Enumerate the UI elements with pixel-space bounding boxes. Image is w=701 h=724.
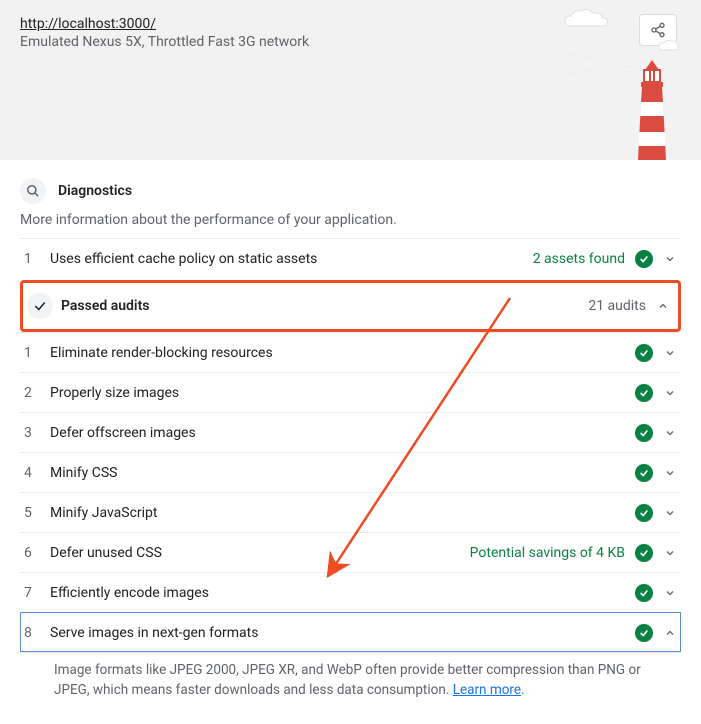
lighthouse-icon bbox=[627, 60, 677, 160]
pass-check-icon bbox=[635, 424, 653, 442]
chevron-down-icon[interactable] bbox=[663, 346, 677, 360]
audit-description-text: Image formats like JPEG 2000, JPEG XR, a… bbox=[54, 662, 641, 698]
audit-number: 5 bbox=[20, 505, 50, 521]
audit-result: Potential savings of 4 KB bbox=[470, 545, 625, 561]
check-icon bbox=[27, 293, 53, 319]
lighthouse-light bbox=[547, 48, 637, 112]
diagnostics-title: Diagnostics bbox=[58, 183, 132, 199]
pass-check-icon bbox=[635, 344, 653, 362]
audit-expanded-description: Image formats like JPEG 2000, JPEG XR, a… bbox=[20, 652, 681, 714]
audit-number: 4 bbox=[20, 465, 50, 481]
pass-check-icon bbox=[635, 464, 653, 482]
audit-number: 8 bbox=[20, 625, 50, 641]
passed-audit-row[interactable]: 6 Defer unused CSS Potential savings of … bbox=[20, 532, 681, 572]
audit-label: Serve images in next-gen formats bbox=[50, 625, 625, 641]
report-url[interactable]: http://localhost:3000/ bbox=[20, 16, 156, 32]
chevron-down-icon[interactable] bbox=[663, 386, 677, 400]
chevron-down-icon[interactable] bbox=[663, 546, 677, 560]
pass-check-icon bbox=[635, 624, 653, 642]
audit-number: 1 bbox=[20, 345, 50, 361]
learn-more-link[interactable]: Learn more bbox=[453, 682, 521, 698]
chevron-down-icon[interactable] bbox=[663, 506, 677, 520]
audit-label: Uses efficient cache policy on static as… bbox=[50, 251, 533, 267]
passed-audits-title: Passed audits bbox=[61, 298, 588, 314]
share-icon bbox=[650, 22, 666, 38]
audit-label: Efficiently encode images bbox=[50, 585, 625, 601]
audit-number: 1 bbox=[20, 251, 50, 267]
chevron-down-icon[interactable] bbox=[663, 466, 677, 480]
audit-label: Defer unused CSS bbox=[50, 545, 470, 561]
diagnostics-header: Diagnostics bbox=[20, 178, 681, 204]
audit-label: Properly size images bbox=[50, 385, 625, 401]
passed-audit-row[interactable]: 4 Minify CSS bbox=[20, 452, 681, 492]
audit-result: 2 assets found bbox=[533, 251, 625, 267]
chevron-down-icon[interactable] bbox=[663, 426, 677, 440]
chevron-down-icon[interactable] bbox=[663, 586, 677, 600]
audit-label: Minify JavaScript bbox=[50, 505, 625, 521]
passed-audit-row-expanded[interactable]: 8 Serve images in next-gen formats bbox=[20, 612, 681, 652]
magnifier-icon bbox=[20, 178, 46, 204]
pass-check-icon bbox=[635, 384, 653, 402]
pass-check-icon bbox=[635, 544, 653, 562]
report-header: http://localhost:3000/ Emulated Nexus 5X… bbox=[0, 0, 701, 160]
pass-check-icon bbox=[635, 584, 653, 602]
passed-audit-row[interactable]: 2 Properly size images bbox=[20, 372, 681, 412]
audit-label: Minify CSS bbox=[50, 465, 625, 481]
cloud-decoration-small bbox=[657, 38, 681, 52]
diagnostics-section: Diagnostics More information about the p… bbox=[0, 160, 701, 724]
passed-audits-count: 21 audits bbox=[588, 298, 646, 314]
passed-audit-row[interactable]: 5 Minify JavaScript bbox=[20, 492, 681, 532]
chevron-down-icon[interactable] bbox=[663, 252, 677, 266]
diagnostics-description: More information about the performance o… bbox=[20, 212, 681, 228]
chevron-up-icon[interactable] bbox=[663, 626, 677, 640]
pass-check-icon bbox=[635, 504, 653, 522]
audit-label: Eliminate render-blocking resources bbox=[50, 345, 625, 361]
cloud-decoration bbox=[561, 8, 611, 30]
audit-number: 6 bbox=[20, 545, 50, 561]
passed-audit-row[interactable]: 3 Defer offscreen images bbox=[20, 412, 681, 452]
audit-label: Defer offscreen images bbox=[50, 425, 625, 441]
pass-check-icon bbox=[635, 250, 653, 268]
passed-audits-header[interactable]: Passed audits 21 audits bbox=[20, 280, 681, 332]
audit-number: 7 bbox=[20, 585, 50, 601]
diagnostics-audit-row[interactable]: 1 Uses efficient cache policy on static … bbox=[20, 238, 681, 278]
passed-audit-row[interactable]: 1 Eliminate render-blocking resources bbox=[20, 332, 681, 372]
audit-number: 2 bbox=[20, 385, 50, 401]
audit-number: 3 bbox=[20, 425, 50, 441]
passed-audit-row[interactable]: 7 Efficiently encode images bbox=[20, 572, 681, 612]
chevron-up-icon[interactable] bbox=[656, 299, 670, 313]
